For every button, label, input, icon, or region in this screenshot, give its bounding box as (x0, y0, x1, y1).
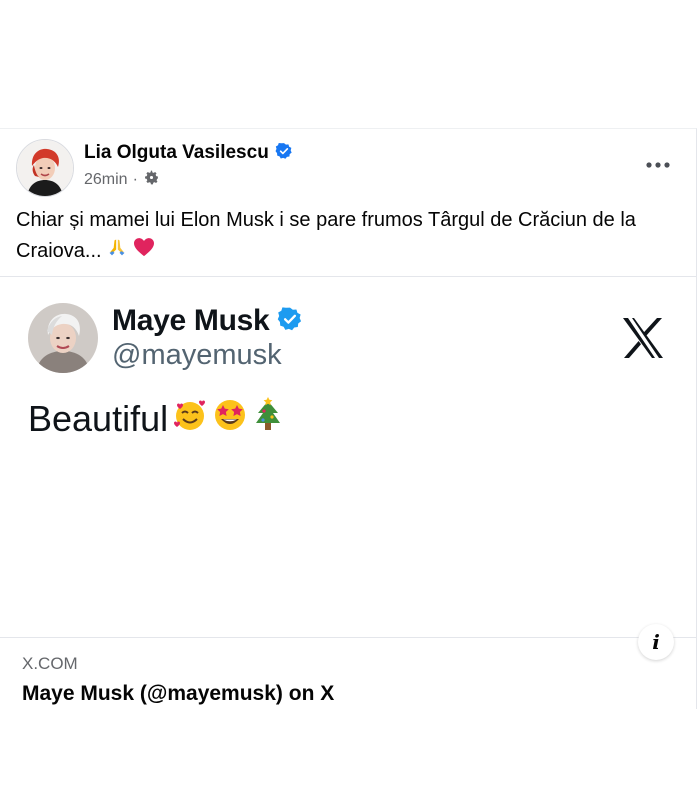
embed-name-row: Maye Musk (112, 303, 303, 339)
more-horizontal-icon (646, 162, 670, 168)
link-preview[interactable]: i X.COM Maye Musk (@mayemusk) on X (0, 624, 696, 710)
author-avatar-image (17, 140, 73, 196)
info-button[interactable]: i (638, 624, 674, 660)
author-name[interactable]: Lia Olguta Vasilescu (84, 142, 269, 164)
star-struck-icon (212, 397, 248, 442)
post-meta: 26min · (84, 169, 160, 191)
embed-avatar (28, 303, 98, 373)
x-logo-icon (621, 317, 665, 359)
gear-icon[interactable] (143, 169, 160, 191)
red-heart-icon (133, 236, 155, 267)
meta-separator: · (132, 171, 138, 188)
embed-display-name: Maye Musk (112, 304, 270, 337)
more-options-button[interactable] (642, 155, 674, 175)
smiling-face-with-hearts-icon (172, 397, 208, 442)
facebook-post: Lia Olguta Vasilescu 26min · Chiar și ma… (0, 128, 697, 710)
christmas-tree-icon (252, 396, 284, 442)
embed-handle: @mayemusk (112, 339, 282, 371)
tweet-embed-card[interactable]: Maye Musk @mayemusk Beautiful (0, 277, 696, 637)
verified-badge-icon (275, 142, 293, 165)
post-timestamp[interactable]: 26min (84, 171, 128, 189)
tweet-text-content: Beautiful (28, 398, 169, 439)
link-domain: X.COM (22, 654, 78, 673)
tweet-text: Beautiful (28, 395, 284, 443)
verified-badge-icon (277, 306, 303, 337)
post-text: Chiar și mamei lui Elon Musk i se pare f… (16, 205, 676, 267)
author-avatar[interactable] (16, 139, 74, 197)
folded-hands-icon (107, 236, 127, 267)
link-title[interactable]: Maye Musk (@mayemusk) on X (22, 682, 334, 706)
embed-avatar-image (28, 303, 98, 373)
author-row: Lia Olguta Vasilescu (84, 141, 293, 165)
